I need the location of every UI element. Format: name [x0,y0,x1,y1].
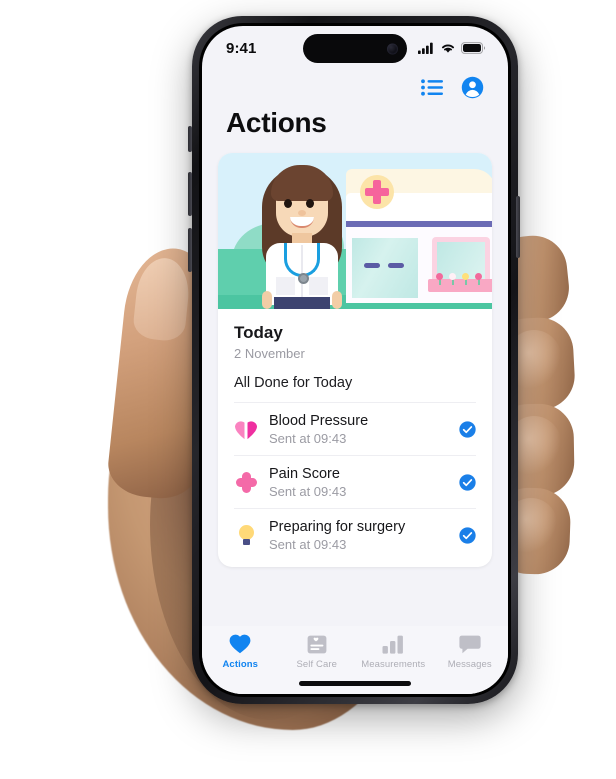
battery-icon [461,42,486,54]
bar-chart-icon [382,634,404,654]
tab-label: Self Care [296,659,337,670]
tab-messages[interactable]: Messages [432,634,509,670]
mute-switch[interactable] [188,126,192,152]
nurse-nose [298,210,306,216]
coat-pocket [276,277,295,295]
today-heading-block: Today 2 November [218,309,492,361]
nurse-clinic-illustration [218,153,492,309]
volume-up-button[interactable] [188,172,192,216]
heart-icon [229,634,251,654]
note-card-icon [307,634,327,654]
tab-self-care[interactable]: Self Care [279,634,356,670]
phone-screen: 9:41 Actions Today 2 November All Done f… [202,26,508,694]
list-item-title: Preparing for surgery [269,519,406,536]
list-item-subtitle: Sent at 09:43 [269,537,347,553]
list-item-subtitle: Sent at 09:43 [269,484,347,500]
all-done-status: All Done for Today [234,375,353,391]
today-card: Today 2 November All Done for Today Bloo… [218,153,492,568]
tab-label: Measurements [361,659,426,670]
check-circle-icon[interactable] [459,474,476,491]
flower [475,273,482,280]
tab-label: Messages [447,659,492,670]
chat-bubble-icon [459,634,481,654]
status-clock: 9:41 [226,39,257,57]
cellular-bars-icon [418,42,433,54]
coat-pocket [309,277,328,295]
flower [436,273,443,280]
status-indicators [418,42,486,54]
phone-bezel: 9:41 Actions Today 2 November All Done f… [199,23,511,697]
home-indicator[interactable] [299,681,411,686]
list-item[interactable]: Blood Pressure Sent at 09:43 [234,402,476,455]
check-circle-icon[interactable] [459,420,476,438]
app-header-actions [202,70,508,99]
nurse-hand [262,291,272,309]
nurse-eye [284,199,292,208]
nurse-eye [306,199,314,208]
front-camera-icon [387,43,398,54]
list-item-title: Blood Pressure [269,413,369,429]
nurse-hair-top [271,165,333,201]
flower [449,273,456,280]
wifi-icon [441,44,455,53]
list-item[interactable]: Pain Score Sent at 09:43 [234,455,476,508]
door-handle [364,263,380,268]
stethoscope-bell [298,273,309,284]
status-bar: 9:41 [202,26,508,70]
tab-label: Actions [222,659,259,670]
nurse-trousers [274,297,330,309]
page-title: Actions [226,107,327,138]
list-item-title: Pain Score [269,466,340,483]
heart-icon [234,416,258,442]
action-list: Blood Pressure Sent at 09:43 Pain Score … [218,402,492,567]
dynamic-island [303,34,407,63]
today-label: Today [234,323,283,342]
phone-device: 9:41 Actions Today 2 November All Done f… [192,16,518,704]
window-flower-box [428,279,492,292]
power-button[interactable] [516,196,520,258]
today-date: 2 November [234,346,305,361]
cross-icon [234,469,258,495]
list-icon[interactable] [421,79,443,96]
door-handle [388,263,404,268]
flower [462,273,469,280]
nurse-hand [332,291,342,309]
lightbulb-icon [234,522,258,548]
tab-measurements[interactable]: Measurements [355,634,432,670]
account-circle-icon[interactable] [461,76,484,99]
list-item[interactable]: Preparing for surgery Sent at 09:43 [234,508,476,561]
tab-actions[interactable]: Actions [202,634,279,670]
clinic-door [352,238,418,298]
list-item-subtitle: Sent at 09:43 [269,431,347,447]
volume-down-button[interactable] [188,228,192,272]
medical-cross-icon [365,188,389,196]
check-circle-icon[interactable] [459,527,476,544]
